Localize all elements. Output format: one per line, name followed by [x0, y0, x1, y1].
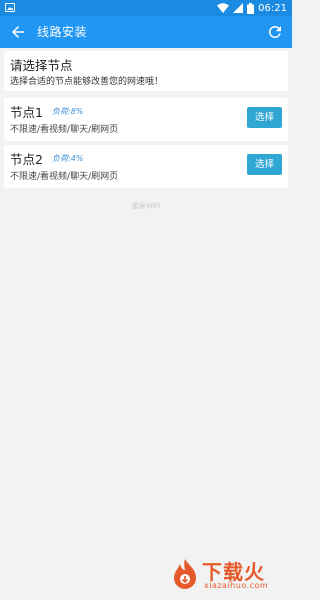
watermark-url: xiazaihuo.com	[204, 581, 269, 590]
app-bar: 线路安装	[0, 16, 292, 48]
select-node-button[interactable]: 选择	[247, 154, 282, 175]
status-time: 06:21	[258, 2, 287, 14]
node-name: 节点2	[10, 152, 43, 167]
wifi-icon	[217, 3, 230, 13]
intro-subtitle: 选择合适的节点能够改善您的网速哦！	[10, 77, 164, 87]
watermark: 下载火 xiazaihuo.com	[170, 554, 288, 596]
status-bar: 06:21	[0, 0, 292, 16]
node-description: 不限速/看视频/聊天/刷网页	[10, 125, 119, 135]
arrow-left-icon[interactable]	[9, 23, 27, 41]
node-load: 负荷:8%	[52, 107, 84, 116]
flame-logo-icon	[174, 559, 196, 589]
refresh-icon[interactable]	[266, 23, 284, 41]
intro-heading: 请选择节点	[10, 58, 73, 73]
node-description: 不限速/看视频/聊天/刷网页	[10, 172, 119, 182]
battery-icon	[247, 2, 255, 14]
select-node-button[interactable]: 选择	[247, 107, 282, 128]
image-notification-icon	[5, 3, 15, 12]
node-load: 负荷:4%	[52, 154, 84, 163]
intro-card: 请选择节点 选择合适的节点能够改善您的网速哦！	[4, 51, 288, 91]
status-icons: 06:21	[217, 1, 287, 15]
node-card: 节点1 负荷:8% 不限速/看视频/聊天/刷网页 选择	[4, 98, 288, 141]
footer-brand: 星辰WiFi	[131, 202, 161, 210]
node-name: 节点1	[10, 105, 43, 120]
node-card: 节点2 负荷:4% 不限速/看视频/聊天/刷网页 选择	[4, 145, 288, 188]
page-title: 线路安装	[37, 25, 88, 39]
signal-icon	[233, 3, 244, 13]
